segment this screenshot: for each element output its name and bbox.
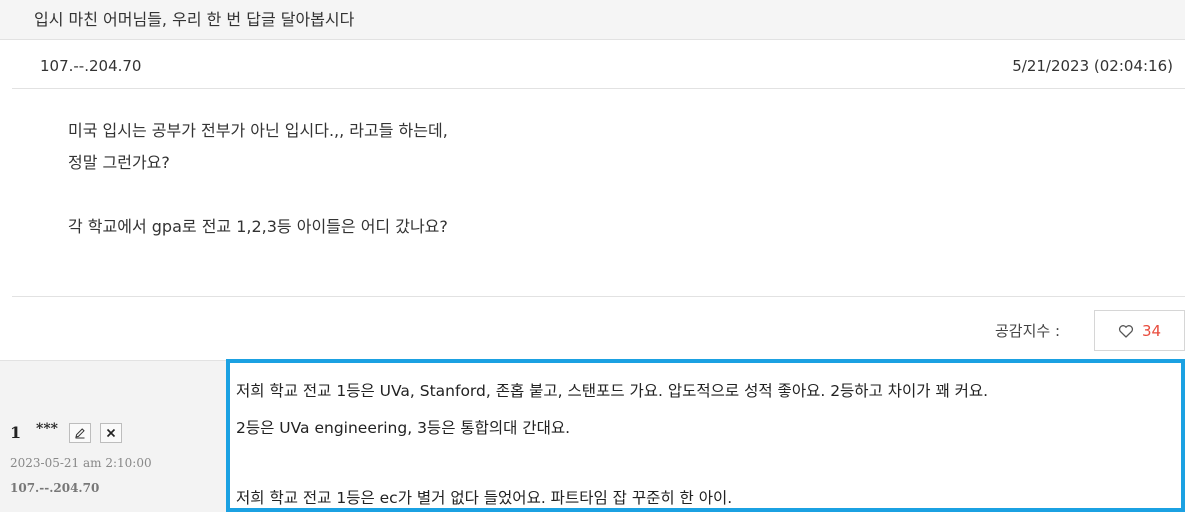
post-body-line: 각 학교에서 gpa로 전교 1,2,3등 아이들은 어디 갔나요? [68, 217, 448, 236]
post-body-line [68, 179, 448, 211]
comment-body: 저희 학교 전교 1등은 UVa, Stanford, 존홉 붙고, 스탠포드 … [226, 359, 1185, 512]
comment-date: 2023-05-21 am 2:10:00 [10, 456, 152, 470]
pencil-icon [75, 428, 85, 439]
post-title: 입시 마친 어머님들, 우리 한 번 답글 달아봅시다 [34, 10, 355, 29]
comment-author: *** [36, 421, 58, 437]
comment-line: 2등은 UVa engineering, 3등은 통합의대 간대요. [236, 419, 571, 437]
post-title-bar: 입시 마친 어머님들, 우리 한 번 답글 달아봅시다 [0, 0, 1185, 40]
like-count: 34 [1141, 321, 1162, 340]
comment-line [236, 447, 1181, 480]
comment-meta: 1 *** 2023-05-21 am 2:10:00 107.--.204.7… [0, 360, 228, 512]
post-body: 미국 입시는 공부가 전부가 아닌 입시다.,, 라고들 하는데, 정말 그런가… [68, 115, 448, 243]
like-button[interactable]: 34 [1094, 310, 1185, 351]
close-icon [106, 428, 116, 438]
like-label: 공감지수 : [995, 322, 1061, 340]
comment-line: 저희 학교 전교 1등은 UVa, Stanford, 존홉 붙고, 스탠포드 … [236, 382, 989, 400]
post-ip: 107.--.204.70 [40, 57, 142, 75]
post-body-line: 정말 그런가요? [68, 153, 170, 172]
comment-number: 1 [10, 423, 22, 442]
comment-delete-button[interactable] [100, 423, 122, 443]
post-meta-row: 107.--.204.70 5/21/2023 (02:04:16) [12, 41, 1185, 89]
comment-ip: 107.--.204.70 [10, 481, 100, 495]
post-divider [12, 296, 1185, 297]
post-datetime: 5/21/2023 (02:04:16) [1012, 57, 1173, 75]
heart-outline-icon [1118, 324, 1134, 338]
comment-line: 저희 학교 전교 1등은 ec가 별거 없다 들었어요. 파트타임 잡 꾸준히 … [236, 489, 733, 507]
post-body-line: 미국 입시는 공부가 전부가 아닌 입시다.,, 라고들 하는데, [68, 121, 448, 140]
comment-edit-button[interactable] [69, 423, 91, 443]
